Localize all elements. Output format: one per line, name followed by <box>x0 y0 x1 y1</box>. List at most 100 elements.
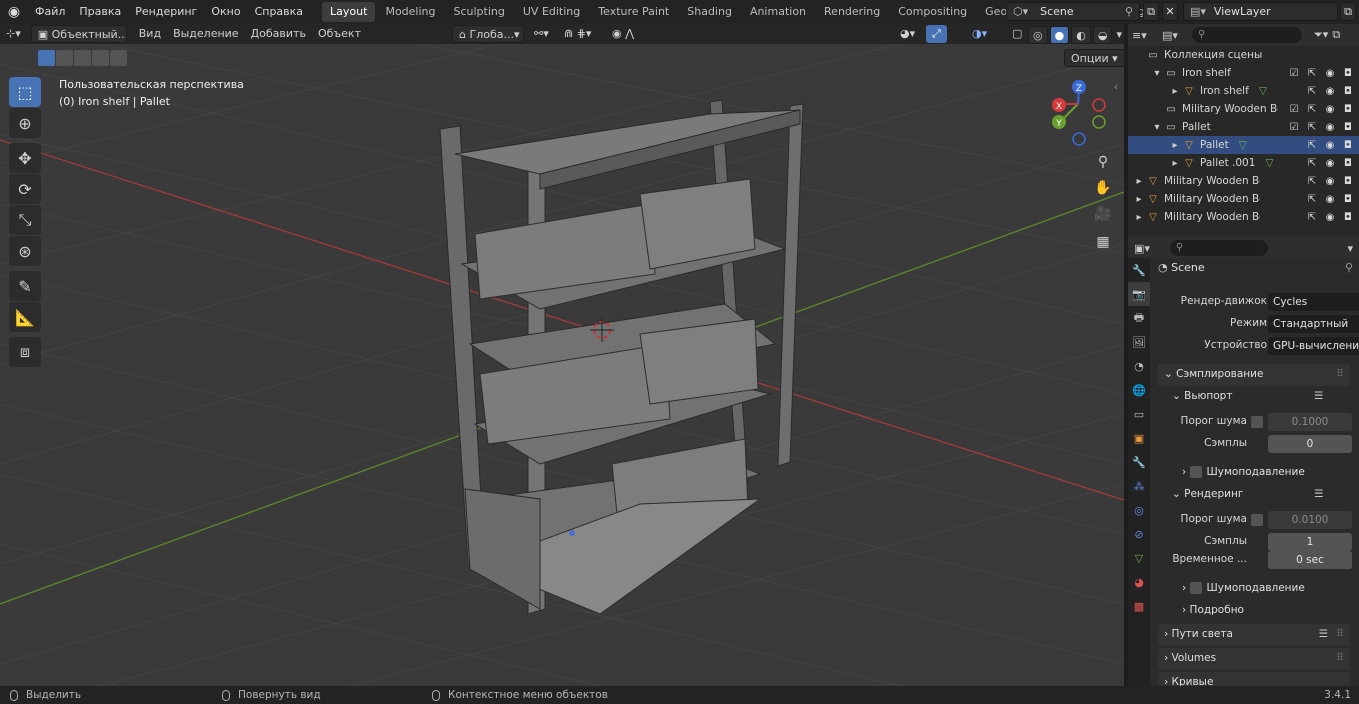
constraints-tab-icon[interactable]: ⊘ <box>1128 522 1150 546</box>
light-paths-panel[interactable]: › Пути света ☰ ⠿ <box>1158 624 1350 646</box>
new-viewlayer-button[interactable]: ⧉ <box>1340 2 1356 21</box>
select-arrow-icon[interactable]: ⇱ <box>1305 68 1319 79</box>
editor-type-icon[interactable]: ⊹▾ <box>0 25 27 43</box>
camera-view-icon[interactable]: 🎥 <box>1091 202 1115 226</box>
visibility-icon[interactable]: ◕▾ <box>894 25 921 43</box>
drag-handle-icon[interactable]: ⠿ <box>1336 364 1344 384</box>
render-engine-dropdown[interactable]: Cycles▾ <box>1268 293 1359 311</box>
eye-icon[interactable]: ◉ <box>1323 176 1337 187</box>
zoom-icon[interactable]: ⚲ <box>1091 150 1115 174</box>
workspace-tab-8[interactable]: Compositing <box>890 2 975 22</box>
outliner-row[interactable]: ▸▽ Military Wooden Box.0 ⇱ ◉ ◘ <box>1128 190 1359 208</box>
advanced-subpanel[interactable]: › Подробно <box>1182 600 1244 620</box>
wireframe-shading-icon[interactable]: ◎ <box>1028 26 1048 44</box>
viewport-subpanel-header[interactable]: ⌄ Вьюпорт <box>1172 386 1232 406</box>
outliner-type-icon[interactable]: ≡▾ <box>1132 29 1152 42</box>
data-tab-icon[interactable]: ▽ <box>1128 546 1150 570</box>
viewport-noise-threshold-field[interactable]: 0.1000 <box>1268 413 1352 431</box>
scene-collection-row[interactable]: ▭ Коллекция сцены <box>1128 46 1359 64</box>
select-invert-icon[interactable] <box>92 50 109 66</box>
outliner-row[interactable]: ▭ Military Wooden Box ☑ ⇱ ◉ ◘ <box>1128 100 1359 118</box>
noise-threshold-checkbox[interactable] <box>1251 416 1263 428</box>
viewport-menu-3[interactable]: Объект <box>312 25 367 43</box>
checkbox-icon[interactable] <box>1287 158 1301 169</box>
scene-selector[interactable]: ⬡▾ Scene ⚲ <box>1006 2 1140 21</box>
camera-icon[interactable]: ◘ <box>1341 104 1355 115</box>
mode-dropdown[interactable]: ▣ Объектный... ▾ <box>30 25 127 43</box>
workspace-tab-1[interactable]: Modeling <box>377 2 443 22</box>
shading-options-icon[interactable]: ▾ <box>1114 26 1124 44</box>
outliner-row[interactable]: ▸▽ Military Wooden Box.0 ⇱ ◉ ◘ <box>1128 208 1359 226</box>
drag-handle-icon[interactable]: ⠿ <box>1336 648 1344 668</box>
outliner-row[interactable]: ▾ ▭ Iron shelf ☑ ⇱ ◉ ◘ <box>1128 64 1359 82</box>
render-samples-field[interactable]: 1 <box>1268 533 1352 551</box>
properties-type-icon[interactable]: ▣▾ <box>1134 242 1150 255</box>
checkbox-icon[interactable] <box>1287 212 1301 223</box>
camera-icon[interactable]: ◘ <box>1341 158 1355 169</box>
workspace-tab-5[interactable]: Shading <box>679 2 740 22</box>
select-new-icon[interactable] <box>38 50 55 66</box>
outliner-row[interactable]: ▸ ▽ Pallet ▽ ⇱ ◉ ◘ <box>1128 136 1359 154</box>
annotate-tool-icon[interactable]: ✎ <box>9 271 41 301</box>
camera-icon[interactable]: ◘ <box>1341 122 1355 133</box>
select-subtract-icon[interactable] <box>74 50 91 66</box>
new-collection-icon[interactable]: ⧉ <box>1332 28 1340 42</box>
expand-arrow-icon[interactable]: ▾ <box>1150 68 1164 79</box>
mode-dropdown[interactable]: Стандартный▾ <box>1268 315 1359 333</box>
modifier-tab-icon[interactable]: 🔧 <box>1128 450 1150 474</box>
checkbox-icon[interactable] <box>1287 140 1301 151</box>
select-extend-icon[interactable] <box>56 50 73 66</box>
workspace-tab-0[interactable]: Layout <box>322 2 376 22</box>
rotate-tool-icon[interactable]: ⟳ <box>9 174 41 204</box>
workspace-tab-4[interactable]: Texture Paint <box>590 2 677 22</box>
transform-tool-icon[interactable]: ⊛ <box>9 236 41 266</box>
outliner-row[interactable]: ▾ ▭ Pallet ☑ ⇱ ◉ ◘ <box>1128 118 1359 136</box>
select-arrow-icon[interactable]: ⇱ <box>1305 176 1319 187</box>
viewport-denoise-subpanel[interactable]: › Шумоподавление <box>1182 462 1305 482</box>
blender-logo-icon[interactable]: ◉ <box>0 4 28 20</box>
material-tab-icon[interactable]: ◕ <box>1128 570 1150 594</box>
mesh-data-icon[interactable]: ▽ <box>1265 157 1273 169</box>
expand-arrow-icon[interactable]: ▸ <box>1168 140 1182 151</box>
drag-handle-icon[interactable]: ⠿ <box>1336 624 1344 644</box>
workspace-tab-2[interactable]: Sculpting <box>446 2 513 22</box>
transform-orientation-dropdown[interactable]: ⌂ Глоба...▾ <box>452 25 524 43</box>
sampling-panel-header[interactable]: ⌄ Сэмплирование ⠿ <box>1158 364 1350 386</box>
curves-panel[interactable]: › Кривые <box>1158 672 1350 686</box>
workspace-tab-6[interactable]: Animation <box>742 2 814 22</box>
menu-1[interactable]: Правка <box>72 0 128 24</box>
particles-tab-icon[interactable]: ⁂ <box>1128 474 1150 498</box>
eye-icon[interactable]: ◉ <box>1323 86 1337 97</box>
view-layer-tab-icon[interactable]: 🖼 <box>1128 330 1150 354</box>
viewport-menu-2[interactable]: Добавить <box>245 25 312 43</box>
outliner-search-input[interactable]: ⚲ <box>1192 27 1302 43</box>
workspace-tab-7[interactable]: Rendering <box>816 2 888 22</box>
denoise-checkbox[interactable] <box>1189 466 1202 478</box>
render-denoise-subpanel[interactable]: › Шумоподавление <box>1182 578 1305 598</box>
eye-icon[interactable]: ◉ <box>1323 104 1337 115</box>
expand-arrow-icon[interactable]: ▸ <box>1168 86 1182 97</box>
select-arrow-icon[interactable]: ⇱ <box>1305 86 1319 97</box>
pan-hand-icon[interactable]: ✋ <box>1091 176 1115 200</box>
cursor-tool-icon[interactable]: ⊕ <box>9 108 41 138</box>
output-tab-icon[interactable]: 🖶 <box>1128 306 1150 330</box>
volumes-panel[interactable]: › Volumes ⠿ <box>1158 648 1350 670</box>
3d-viewport[interactable]: Z X Y Пользовательская перспектива (0) I… <box>0 44 1124 686</box>
options-button[interactable]: Опции ▾ <box>1064 49 1124 67</box>
camera-icon[interactable]: ◘ <box>1341 176 1355 187</box>
perspective-grid-icon[interactable]: ▦ <box>1091 230 1115 254</box>
move-tool-icon[interactable]: ✥ <box>9 143 41 173</box>
proportional-edit-icon[interactable]: ◉ ⋀ <box>606 25 640 43</box>
presets-icon[interactable]: ☰ <box>1314 484 1323 504</box>
gizmo-toggle-icon[interactable]: ⤢ <box>926 25 947 43</box>
mesh-data-icon[interactable]: ▽ <box>1239 139 1247 151</box>
pivot-icon[interactable]: ⚯▾ <box>528 25 555 43</box>
expand-arrow-icon[interactable]: ▸ <box>1168 158 1182 169</box>
eye-icon[interactable]: ◉ <box>1323 140 1337 151</box>
menu-4[interactable]: Справка <box>248 0 310 24</box>
checkbox-icon[interactable]: ☑ <box>1287 104 1301 115</box>
eye-icon[interactable]: ◉ <box>1323 68 1337 79</box>
camera-icon[interactable]: ◘ <box>1341 68 1355 79</box>
checkbox-icon[interactable] <box>1287 194 1301 205</box>
physics-tab-icon[interactable]: ◎ <box>1128 498 1150 522</box>
